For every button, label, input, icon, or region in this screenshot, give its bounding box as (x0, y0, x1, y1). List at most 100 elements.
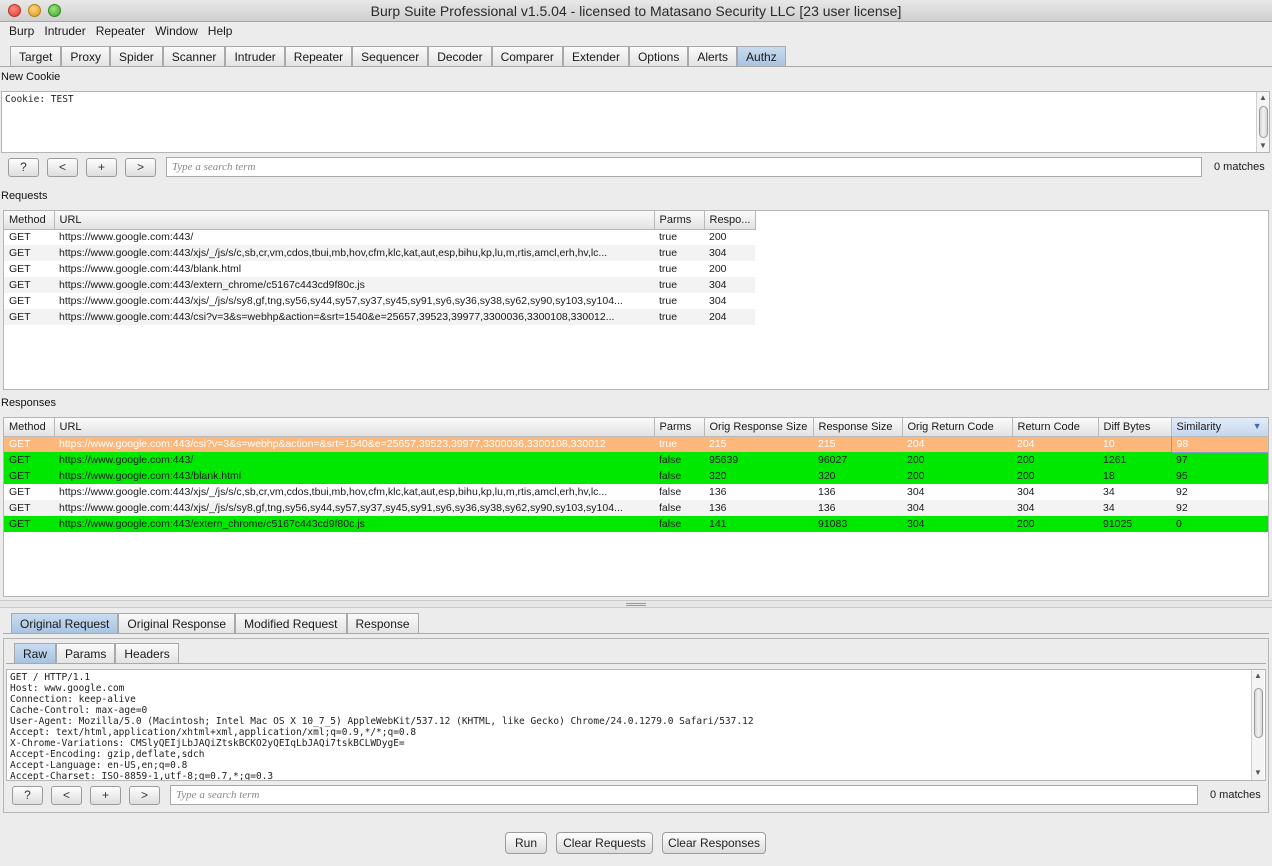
column-header-parms[interactable]: Parms (654, 418, 705, 437)
scroll-thumb[interactable] (1259, 106, 1268, 138)
cookie-next-button[interactable]: > (125, 158, 156, 177)
cell-response: 204 (704, 309, 755, 325)
cookie-scrollbar[interactable]: ▲ ▼ (1256, 92, 1269, 152)
tab-original-request[interactable]: Original Request (11, 613, 119, 633)
table-row[interactable]: GET https://www.google.com:443/xjs/_/js/s… (4, 500, 1268, 516)
table-row[interactable]: GET https://www.google.com:443/extern_chr… (4, 516, 1268, 532)
table-row[interactable]: GET https://www.google.com:443/xjs/_/js/s… (4, 245, 755, 261)
tab-params[interactable]: Params (56, 643, 116, 663)
table-row[interactable]: GET https://www.google.com:443/blank.html… (4, 261, 755, 277)
cell-url: https://www.google.com:443/xjs/_/js/s/sy… (54, 500, 654, 516)
cell-method: GET (4, 468, 54, 484)
scroll-down-icon[interactable]: ▼ (1259, 141, 1267, 150)
column-header-response-size[interactable]: Response Size (813, 418, 903, 437)
column-header-orig-response-size[interactable]: Orig Response Size (704, 418, 814, 437)
tab-scanner[interactable]: Scanner (162, 46, 226, 66)
cell-response-size: 91083 (813, 516, 902, 532)
cell-similarity: 0 (1171, 516, 1268, 532)
cell-method: GET (9, 295, 31, 307)
splitter-grip-icon[interactable] (626, 603, 646, 606)
menu-repeater[interactable]: Repeater (91, 22, 150, 38)
cell-orig-response-size: 141 (704, 516, 813, 532)
table-row[interactable]: GET https://www.google.com:443/blank.html… (4, 468, 1268, 484)
tab-proxy[interactable]: Proxy (61, 46, 111, 66)
tab-response[interactable]: Response (346, 613, 419, 633)
column-header-url[interactable]: URL (54, 211, 655, 230)
cookie-help-button[interactable]: ? (8, 158, 39, 177)
cell-orig-return-code: 304 (907, 486, 925, 498)
request-help-button[interactable]: ? (12, 786, 43, 805)
table-row[interactable]: GET https://www.google.com:443/true 200 (4, 229, 755, 245)
tab-headers[interactable]: Headers (115, 643, 179, 663)
scroll-thumb[interactable] (1254, 688, 1263, 738)
column-header-orig-return-code[interactable]: Orig Return Code (902, 418, 1013, 437)
tab-comparer[interactable]: Comparer (491, 46, 563, 66)
tab-repeater[interactable]: Repeater (284, 46, 353, 66)
cell-response: 200 (709, 263, 727, 275)
cell-similarity: 92 (1176, 486, 1188, 498)
requests-table: Method URL Parms Respo... GET https://www… (3, 210, 1269, 390)
scroll-up-icon[interactable]: ▲ (1254, 671, 1262, 680)
column-header-method[interactable]: Method (4, 211, 55, 230)
table-row[interactable]: GET https://www.google.com:443/csi?v=3&s=… (4, 435, 1268, 453)
scroll-down-icon[interactable]: ▼ (1254, 768, 1262, 777)
menu-window[interactable]: Window (150, 22, 203, 38)
menu-burp[interactable]: Burp (0, 22, 39, 38)
column-header-url[interactable]: URL (54, 418, 655, 437)
tab-decoder[interactable]: Decoder (428, 46, 492, 66)
tab-extender[interactable]: Extender (562, 46, 629, 66)
cell-return-code: 200 (1012, 468, 1098, 484)
table-row[interactable]: GET https://www.google.com:443/false 95639… (4, 452, 1268, 468)
cell-response-size: 136 (818, 486, 836, 498)
column-header-response[interactable]: Respo... (704, 211, 756, 230)
tab-options[interactable]: Options (628, 46, 689, 66)
column-header-parms[interactable]: Parms (654, 211, 705, 230)
scroll-up-icon[interactable]: ▲ (1259, 93, 1267, 102)
tab-spider[interactable]: Spider (110, 46, 163, 66)
cell-orig-return-code: 200 (902, 452, 1012, 468)
column-header-method[interactable]: Method (4, 418, 55, 437)
requests-header-row: Method URL Parms Respo... (4, 211, 756, 230)
table-row[interactable]: GET https://www.google.com:443/xjs/_/js/s… (4, 293, 755, 309)
tab-raw[interactable]: Raw (14, 643, 57, 663)
tab-target[interactable]: Target (10, 46, 62, 66)
request-search-input[interactable]: Type a search term (170, 785, 1198, 805)
clear-requests-button[interactable]: Clear Requests (556, 832, 653, 854)
tab-original-response[interactable]: Original Response (118, 613, 236, 633)
cell-response-size: 136 (813, 500, 902, 516)
cell-url: https://www.google.com:443/ (54, 452, 654, 468)
tab-sequencer[interactable]: Sequencer (352, 46, 429, 66)
cell-response-size: 320 (813, 468, 902, 484)
table-row[interactable]: GET https://www.google.com:443/csi?v=3&s=… (4, 309, 755, 325)
cookie-add-button[interactable]: + (86, 158, 117, 177)
cookie-search-input[interactable]: Type a search term (166, 157, 1202, 177)
new-cookie-label: New Cookie (1, 71, 61, 83)
cell-url: https://www.google.com:443/extern_chrome… (54, 277, 654, 293)
cell-return-code: 200 (1012, 452, 1098, 468)
run-button[interactable]: Run (505, 832, 547, 854)
cookie-textarea[interactable]: Cookie: TEST (1, 91, 1270, 153)
tab-modified-request[interactable]: Modified Request (235, 613, 347, 633)
request-add-button[interactable]: + (90, 786, 121, 805)
clear-responses-button[interactable]: Clear Responses (662, 832, 766, 854)
request-next-button[interactable]: > (129, 786, 160, 805)
request-scrollbar[interactable]: ▲ ▼ (1251, 670, 1264, 780)
pane-splitter[interactable] (0, 600, 1272, 608)
cell-url: https://www.google.com:443/blank.html (54, 468, 654, 484)
tab-intruder[interactable]: Intruder (225, 46, 285, 66)
responses-table: Method URL Parms Orig Response Size Resp… (3, 417, 1269, 597)
request-prev-button[interactable]: < (51, 786, 82, 805)
tab-authz[interactable]: Authz (737, 46, 786, 66)
menu-bar: Burp Intruder Repeater Window Help (0, 22, 1272, 41)
table-row[interactable]: GET https://www.google.com:443/extern_chr… (4, 277, 755, 293)
request-raw-editor[interactable]: GET / HTTP/1.1 Host: www.google.com Conn… (6, 669, 1266, 781)
column-header-return-code[interactable]: Return Code (1012, 418, 1099, 437)
menu-help[interactable]: Help (203, 22, 238, 38)
cell-diff-bytes: 10 (1098, 436, 1171, 452)
column-header-similarity[interactable]: Similarity ▼ (1171, 418, 1268, 437)
tab-alerts[interactable]: Alerts (688, 46, 738, 66)
cookie-prev-button[interactable]: < (47, 158, 78, 177)
column-header-diff-bytes[interactable]: Diff Bytes (1098, 418, 1172, 437)
menu-intruder[interactable]: Intruder (39, 22, 90, 38)
table-row[interactable]: GET https://www.google.com:443/xjs/_/js/s… (4, 484, 1268, 500)
